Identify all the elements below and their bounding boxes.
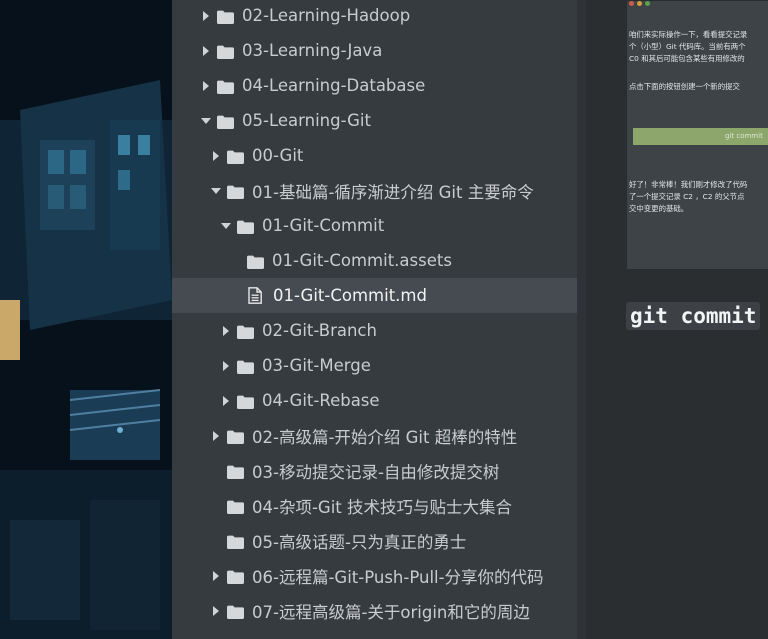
caret-right-icon[interactable] — [201, 8, 211, 24]
tree-folder-row[interactable]: 06-远程篇-Git-Push-Pull-分享你的代码 — [172, 558, 577, 593]
window-dots — [629, 1, 650, 6]
tree-item-label: 02-Learning-Hadoop — [242, 6, 411, 25]
desktop-wallpaper — [0, 0, 172, 639]
tree-item-label: 07-远程高级篇-关于origin和它的周边 — [252, 602, 530, 622]
sidebar-scrollbar[interactable] — [577, 0, 586, 639]
tree-folder-row[interactable]: 07-远程高级篇-关于origin和它的周边 — [172, 593, 577, 628]
tree-folder-row[interactable]: 03-Learning-Java — [172, 33, 577, 68]
caret-right-icon[interactable] — [211, 428, 221, 444]
folder-icon — [247, 254, 264, 269]
caret-down-icon[interactable] — [211, 183, 221, 199]
embedded-screenshot: 咱们来实际操作一下，看看提交记录 个（小型）Git 代码库。当前有两个 C0 和… — [626, 0, 768, 270]
folder-icon — [227, 464, 244, 479]
caret-right-icon[interactable] — [201, 78, 211, 94]
folder-icon — [237, 359, 254, 374]
tree-item-label: 04-Git-Rebase — [262, 391, 380, 410]
file-icon — [247, 287, 263, 304]
caret-right-icon[interactable] — [221, 323, 231, 339]
tree-item-label: 01-Git-Commit — [262, 216, 385, 235]
caret-down-icon[interactable] — [221, 218, 231, 234]
tree-item-label: 02-Git-Branch — [262, 321, 377, 340]
tree-folder-row[interactable]: 01-Git-Commit.assets — [172, 243, 577, 278]
tree-item-label: 00-Git — [252, 146, 304, 165]
tree-folder-row[interactable]: 02-Git-Branch — [172, 313, 577, 348]
tree-folder-row[interactable]: 05-Learning-Git — [172, 103, 577, 138]
caret-right-icon[interactable] — [211, 568, 221, 584]
file-tree-sidebar: 02-Learning-Hadoop 03-Learning-Java 04-Lea… — [172, 0, 577, 639]
folder-icon — [237, 324, 254, 339]
caret-right-icon[interactable] — [221, 358, 231, 374]
editor-content: 咱们来实际操作一下，看看提交记录 个（小型）Git 代码库。当前有两个 C0 和… — [586, 0, 768, 639]
tree-folder-row[interactable]: 00-Git — [172, 138, 577, 173]
folder-icon — [237, 394, 254, 409]
tree-item-label: 06-远程篇-Git-Push-Pull-分享你的代码 — [252, 567, 544, 587]
tree-item-label: 05-Learning-Git — [242, 111, 371, 130]
caret-right-icon[interactable] — [221, 393, 231, 409]
thumb-line: 了一个提交记录 C2 ，C2 的父节点 — [629, 192, 745, 201]
tree-folder-row[interactable]: 04-Git-Rebase — [172, 383, 577, 418]
tree-folder-row[interactable]: 01-Git-Commit — [172, 208, 577, 243]
tree-folder-row[interactable]: 03-移动提交记录-自由修改提交树 — [172, 453, 577, 488]
tree-item-label: 03-Git-Merge — [262, 356, 371, 375]
folder-icon — [227, 569, 244, 584]
tree-folder-row[interactable]: 02-Learning-Hadoop — [172, 0, 577, 33]
tree-folder-row[interactable]: 05-高级话题-只为真正的勇士 — [172, 523, 577, 558]
thumb-line: 咱们来实际操作一下，看看提交记录 — [629, 30, 748, 39]
tree-item-label: 01-基础篇-循序渐进介绍 Git 主要命令 — [252, 182, 534, 202]
folder-icon — [227, 429, 244, 444]
tree-folder-row[interactable]: 01-基础篇-循序渐进介绍 Git 主要命令 — [172, 173, 577, 208]
thumb-line: 好了！非常棒！我们刚才修改了代码 — [629, 180, 748, 189]
tree-folder-row[interactable]: 02-高级篇-开始介绍 Git 超棒的特性 — [172, 418, 577, 453]
tree-item-label: 04-Learning-Database — [242, 76, 426, 95]
folder-icon — [227, 499, 244, 514]
tree-item-label: 01-Git-Commit.md — [273, 286, 427, 305]
folder-icon — [217, 44, 234, 59]
folder-icon — [227, 534, 244, 549]
folder-icon — [217, 114, 234, 129]
folder-icon — [227, 149, 244, 164]
code-heading: git commit — [626, 302, 761, 330]
tree-item-label: 05-高级话题-只为真正的勇士 — [252, 532, 467, 552]
tree-item-label: 04-杂项-Git 技术技巧与贴士大集合 — [252, 497, 512, 517]
tree-item-label: 03-移动提交记录-自由修改提交树 — [252, 462, 500, 482]
tree-folder-row[interactable]: 03-Git-Merge — [172, 348, 577, 383]
caret-right-icon[interactable] — [211, 603, 221, 619]
thumb-commit-button: git commit — [633, 128, 768, 145]
thumb-line: 个（小型）Git 代码库。当前有两个 — [629, 42, 746, 51]
caret-down-icon[interactable] — [201, 113, 211, 129]
tree-item-label: 03-Learning-Java — [242, 41, 383, 60]
tree-file-row[interactable]: 01-Git-Commit.md — [172, 278, 577, 313]
thumb-line: 点击下面的按钮创建一个新的提交 — [629, 82, 740, 91]
tree-item-label: 02-高级篇-开始介绍 Git 超棒的特性 — [252, 427, 518, 447]
folder-icon — [227, 604, 244, 619]
caret-right-icon[interactable] — [201, 43, 211, 59]
tree-folder-row[interactable]: 04-Learning-Database — [172, 68, 577, 103]
thumb-line: C0 和其后可能包含某些有用修改的 — [629, 54, 745, 63]
caret-right-icon[interactable] — [211, 148, 221, 164]
tree-folder-row[interactable]: 04-杂项-Git 技术技巧与贴士大集合 — [172, 488, 577, 523]
tree-item-label: 01-Git-Commit.assets — [272, 251, 452, 270]
folder-icon — [237, 219, 254, 234]
folder-icon — [217, 79, 234, 94]
folder-icon — [217, 9, 234, 24]
thumb-line: 交中变更的基础。 — [629, 204, 689, 213]
folder-icon — [227, 184, 244, 199]
wallpaper-scene — [0, 0, 172, 639]
